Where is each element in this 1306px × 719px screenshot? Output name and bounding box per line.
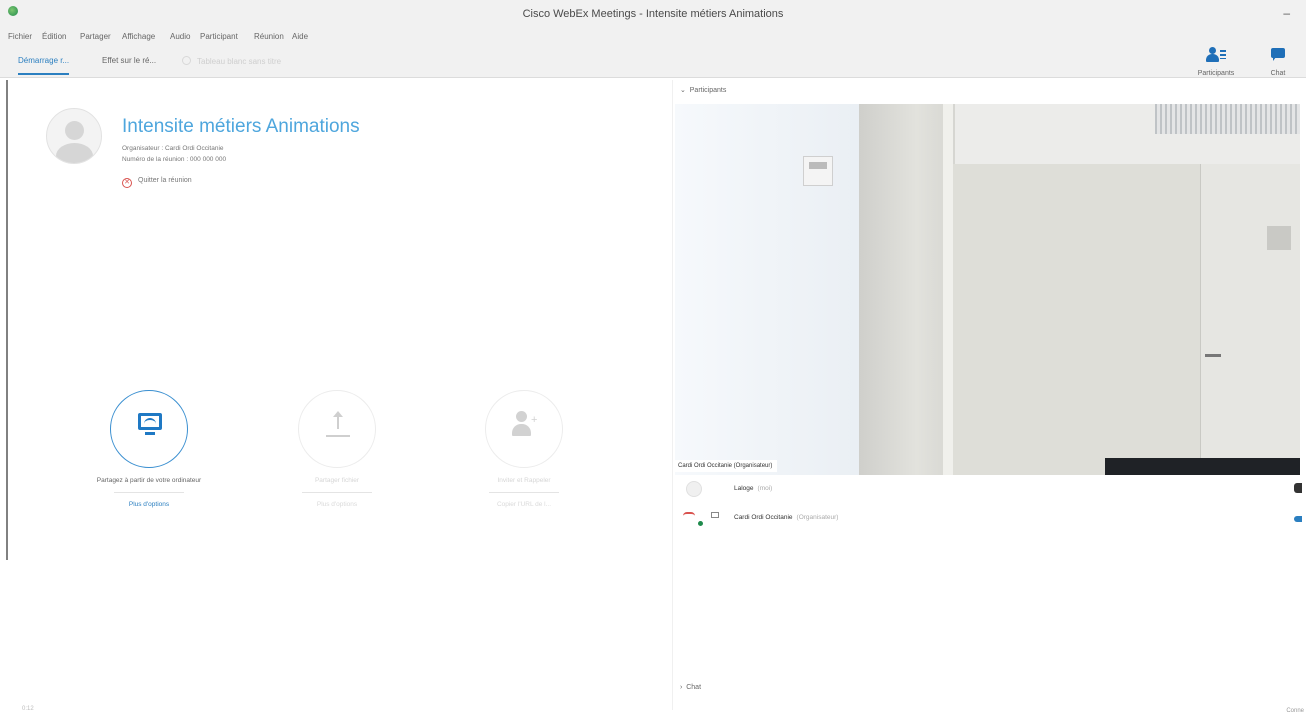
- share-file-caption: Partager fichier: [314, 477, 360, 484]
- share-file-separator: [302, 492, 372, 493]
- video-window-area: [675, 104, 875, 475]
- panel-divider: [672, 80, 673, 710]
- video-camera-icon: [711, 512, 719, 518]
- close-circle-icon: ✕: [122, 178, 132, 188]
- menu-participant[interactable]: Participant: [200, 32, 238, 41]
- phone-icon: [683, 512, 695, 516]
- meeting-number-line: Numéro de la réunion : 000 000 000: [122, 156, 227, 163]
- participant-row[interactable]: Laloge (moi): [678, 479, 1306, 505]
- menu-aide[interactable]: Aide: [292, 32, 308, 41]
- whiteboard-icon: [182, 56, 191, 65]
- share-file-button[interactable]: [298, 390, 376, 468]
- chat-section-label: Chat: [686, 684, 702, 691]
- share-screen-separator: [114, 492, 184, 493]
- invite-separator: [489, 492, 559, 493]
- video-column-edge: [943, 104, 953, 475]
- participant-name-text: Laloge: [734, 485, 754, 492]
- host-avatar: [46, 108, 102, 164]
- window-title: Cisco WebEx Meetings - Intensite métiers…: [522, 8, 784, 20]
- meeting-title: Intensite métiers Animations: [122, 116, 360, 137]
- participant-name-text: Cardi Ordi Occitanie: [734, 514, 793, 521]
- video-column: [859, 104, 955, 475]
- chat-button-label: Chat: [1270, 70, 1286, 77]
- tab-tableau-blanc-label: Tableau blanc sans titre: [197, 57, 282, 66]
- participants-button[interactable]: Participants: [1192, 47, 1240, 77]
- participant-status-indicator: [1294, 483, 1302, 493]
- menu-edition[interactable]: Édition: [42, 32, 66, 41]
- share-file-more-options[interactable]: Plus d'options: [277, 501, 397, 508]
- participant-avatar: [686, 481, 702, 497]
- chat-icon: [1270, 47, 1286, 63]
- title-bar: Cisco WebEx Meetings - Intensite métiers…: [0, 0, 1306, 26]
- leave-meeting-link[interactable]: ✕ Quitter la réunion: [122, 177, 192, 188]
- menu-partager[interactable]: Partager: [80, 32, 111, 41]
- participants-button-label: Participants: [1197, 70, 1235, 77]
- video-thermostat: [803, 156, 833, 186]
- connection-status: Conne: [1286, 708, 1304, 714]
- participant-row[interactable]: Cardi Ordi Occitanie (Organisateur): [678, 508, 1306, 534]
- participants-section-label: Participants: [689, 87, 727, 94]
- leave-meeting-label: Quitter la réunion: [138, 177, 192, 184]
- participant-role: (Organisateur): [796, 514, 839, 521]
- menu-affichage[interactable]: Affichage: [122, 32, 155, 41]
- expand-chevron-icon: ›: [680, 684, 683, 691]
- tab-tableau-blanc[interactable]: Tableau blanc sans titre: [182, 56, 281, 74]
- menu-bar: Fichier Édition Partager Affichage Audio…: [0, 26, 1306, 46]
- menu-fichier[interactable]: Fichier: [8, 32, 32, 41]
- video-vent: [1155, 104, 1300, 134]
- video-dark-object: [1105, 458, 1300, 475]
- share-screen-action[interactable]: Partagez à partir de votre ordinateur Pl…: [89, 390, 209, 508]
- upload-icon: [326, 409, 350, 439]
- video-door: [1200, 164, 1300, 475]
- invite-caption: Inviter et Rappeler: [497, 477, 551, 484]
- share-screen-button[interactable]: [110, 390, 188, 468]
- participant-name: Laloge (moi): [734, 485, 772, 492]
- share-screen-caption: Partagez à partir de votre ordinateur: [96, 477, 202, 484]
- tab-bar: Démarrage r... Effet sur le ré... Tablea…: [0, 46, 1306, 78]
- collapse-chevron-icon: ⌄: [680, 87, 686, 94]
- minimize-button[interactable]: –: [1283, 6, 1290, 20]
- chat-section-header[interactable]: › Chat: [680, 684, 701, 691]
- monitor-icon: [138, 413, 162, 435]
- invite-button[interactable]: +: [485, 390, 563, 468]
- tab-demarrage[interactable]: Démarrage r...: [18, 56, 70, 75]
- host-line: Organisateur : Cardi Ordi Occitanie: [122, 145, 224, 152]
- copy-url-link[interactable]: Copier l'URL de l...: [464, 501, 584, 508]
- status-time: 0:12: [22, 706, 34, 712]
- video-door-handle: [1205, 354, 1221, 357]
- menu-reunion[interactable]: Réunion: [254, 32, 284, 41]
- chat-button[interactable]: Chat: [1254, 47, 1302, 77]
- participants-icon: [1206, 47, 1226, 63]
- left-edge-divider: [6, 80, 8, 560]
- invite-action[interactable]: + Inviter et Rappeler Copier l'URL de l.…: [464, 390, 584, 508]
- tab-effet[interactable]: Effet sur le ré...: [102, 56, 156, 73]
- participants-section-header[interactable]: ⌄ Participants: [680, 86, 726, 94]
- share-file-action[interactable]: Partager fichier Plus d'options: [277, 390, 397, 508]
- share-screen-more-options[interactable]: Plus d'options: [89, 501, 209, 508]
- video-wall: [953, 164, 1203, 475]
- video-feed: [675, 104, 1300, 475]
- video-caption: Cardi Ordi Occitanie (Organisateur): [675, 460, 778, 472]
- add-user-icon: +: [512, 411, 540, 441]
- participant-name: Cardi Ordi Occitanie (Organisateur): [734, 514, 838, 521]
- webex-status-icon: [697, 520, 704, 527]
- participant-status-indicator: [1294, 516, 1302, 522]
- video-grille: [1267, 226, 1291, 250]
- participant-role: (moi): [757, 485, 773, 492]
- menu-audio[interactable]: Audio: [170, 32, 190, 41]
